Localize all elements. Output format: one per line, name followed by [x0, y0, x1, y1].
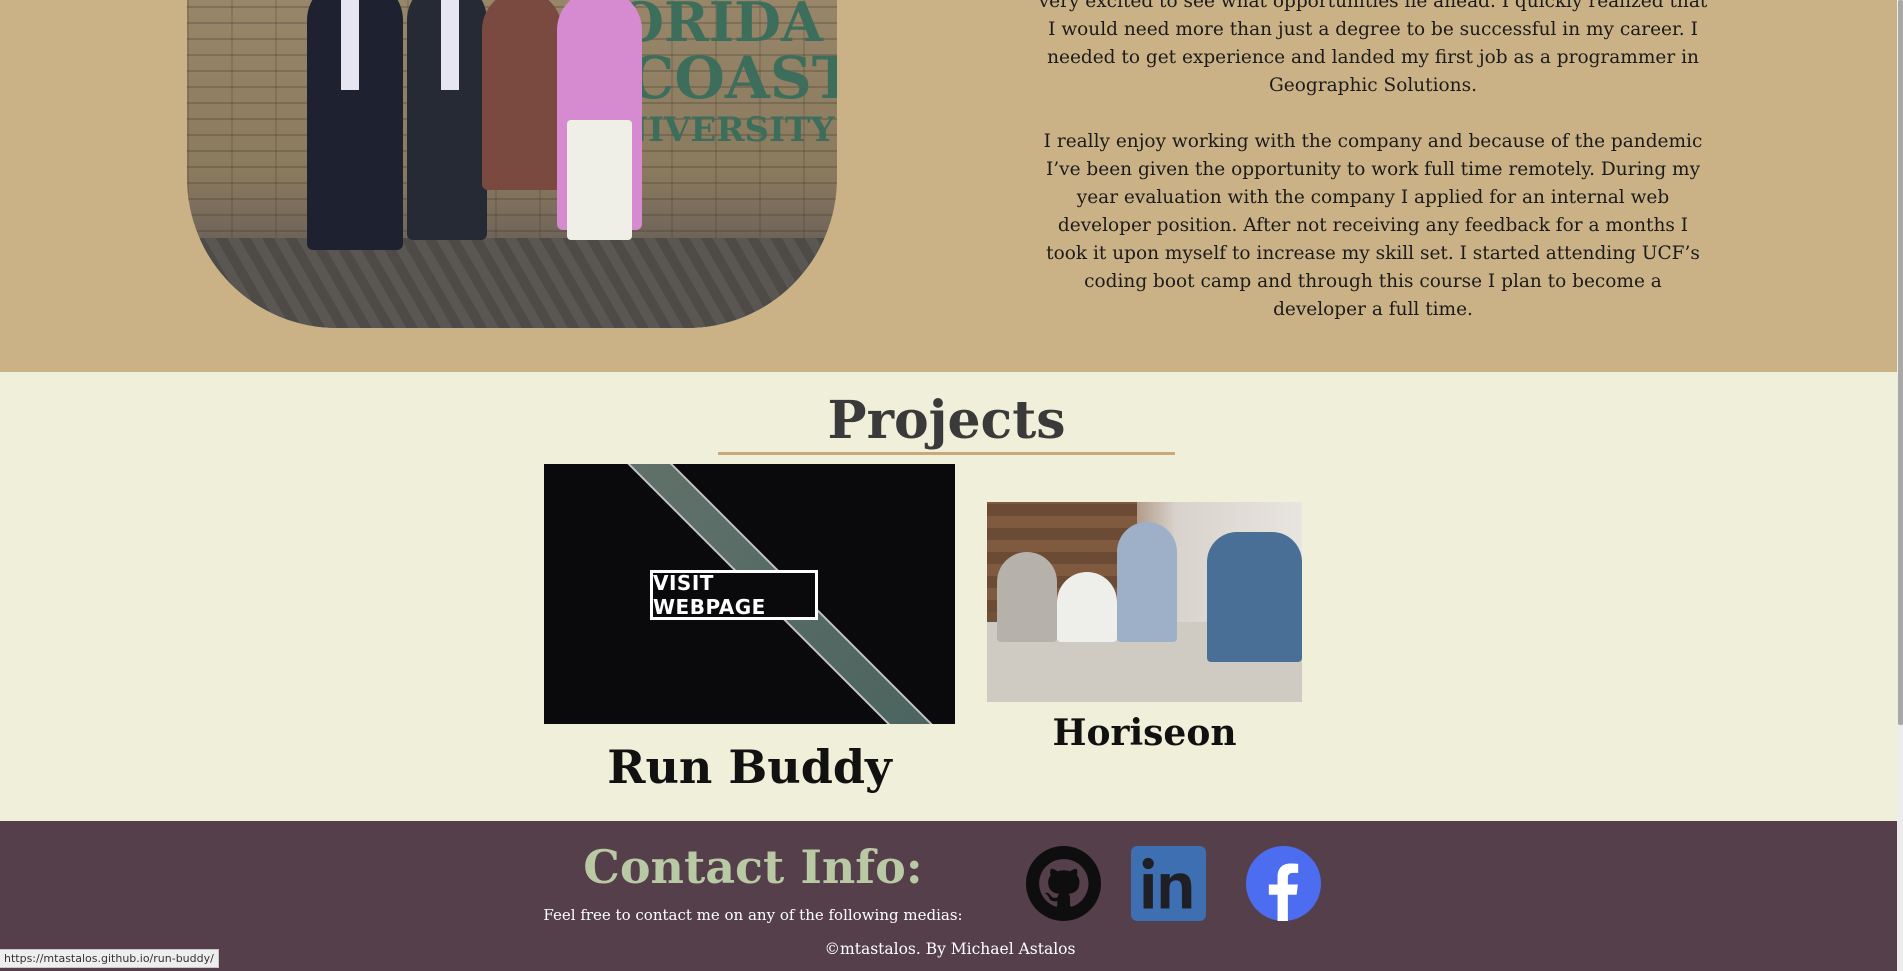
- university-sign: ORIDA FCOAST NIVERSITY: [587, 0, 837, 150]
- scrollbar-thumb[interactable]: [1898, 0, 1903, 725]
- about-paragraph: I really enjoy working with the company …: [1043, 131, 1703, 320]
- sign-line-3: NIVERSITY: [617, 110, 835, 150]
- photo-floor: [187, 238, 837, 328]
- person-figure: [997, 552, 1057, 642]
- profile-photo: ORIDA FCOAST NIVERSITY: [187, 0, 837, 328]
- contact-title: Contact Info:: [583, 840, 923, 894]
- person-figure: [407, 0, 487, 240]
- about-text: very excited to see what opportunities l…: [1038, 0, 1708, 352]
- linkedin-icon[interactable]: [1131, 846, 1206, 921]
- visit-webpage-button[interactable]: VISIT WEBPAGE: [650, 570, 818, 620]
- contact-subtitle: Feel free to contact me on any of the fo…: [543, 906, 963, 924]
- project-card-horiseon[interactable]: [987, 502, 1302, 702]
- title-divider: [718, 452, 1175, 455]
- about-paragraph: very excited to see what opportunities l…: [1038, 0, 1708, 96]
- person-figure: [557, 0, 642, 240]
- person-figure: [1057, 572, 1117, 642]
- project-card-run-buddy[interactable]: VISIT WEBPAGE: [544, 464, 955, 724]
- person-figure: [1207, 532, 1302, 662]
- project-title: Horiseon: [1052, 712, 1237, 754]
- sign-line-1: ORIDA: [617, 0, 823, 54]
- status-bar-url: https://mtastalos.github.io/run-buddy/: [0, 949, 219, 968]
- about-section: ORIDA FCOAST NIVERSITY very excited to s…: [0, 0, 1903, 372]
- person-figure: [307, 0, 403, 250]
- facebook-icon[interactable]: [1246, 846, 1321, 921]
- projects-title: Projects: [827, 390, 1066, 451]
- github-icon[interactable]: [1026, 846, 1101, 921]
- project-title: Run Buddy: [607, 740, 892, 794]
- person-figure: [1117, 522, 1177, 642]
- copyright-text: ©mtastalos. By Michael Astalos: [824, 940, 1076, 958]
- person-figure: [482, 0, 562, 190]
